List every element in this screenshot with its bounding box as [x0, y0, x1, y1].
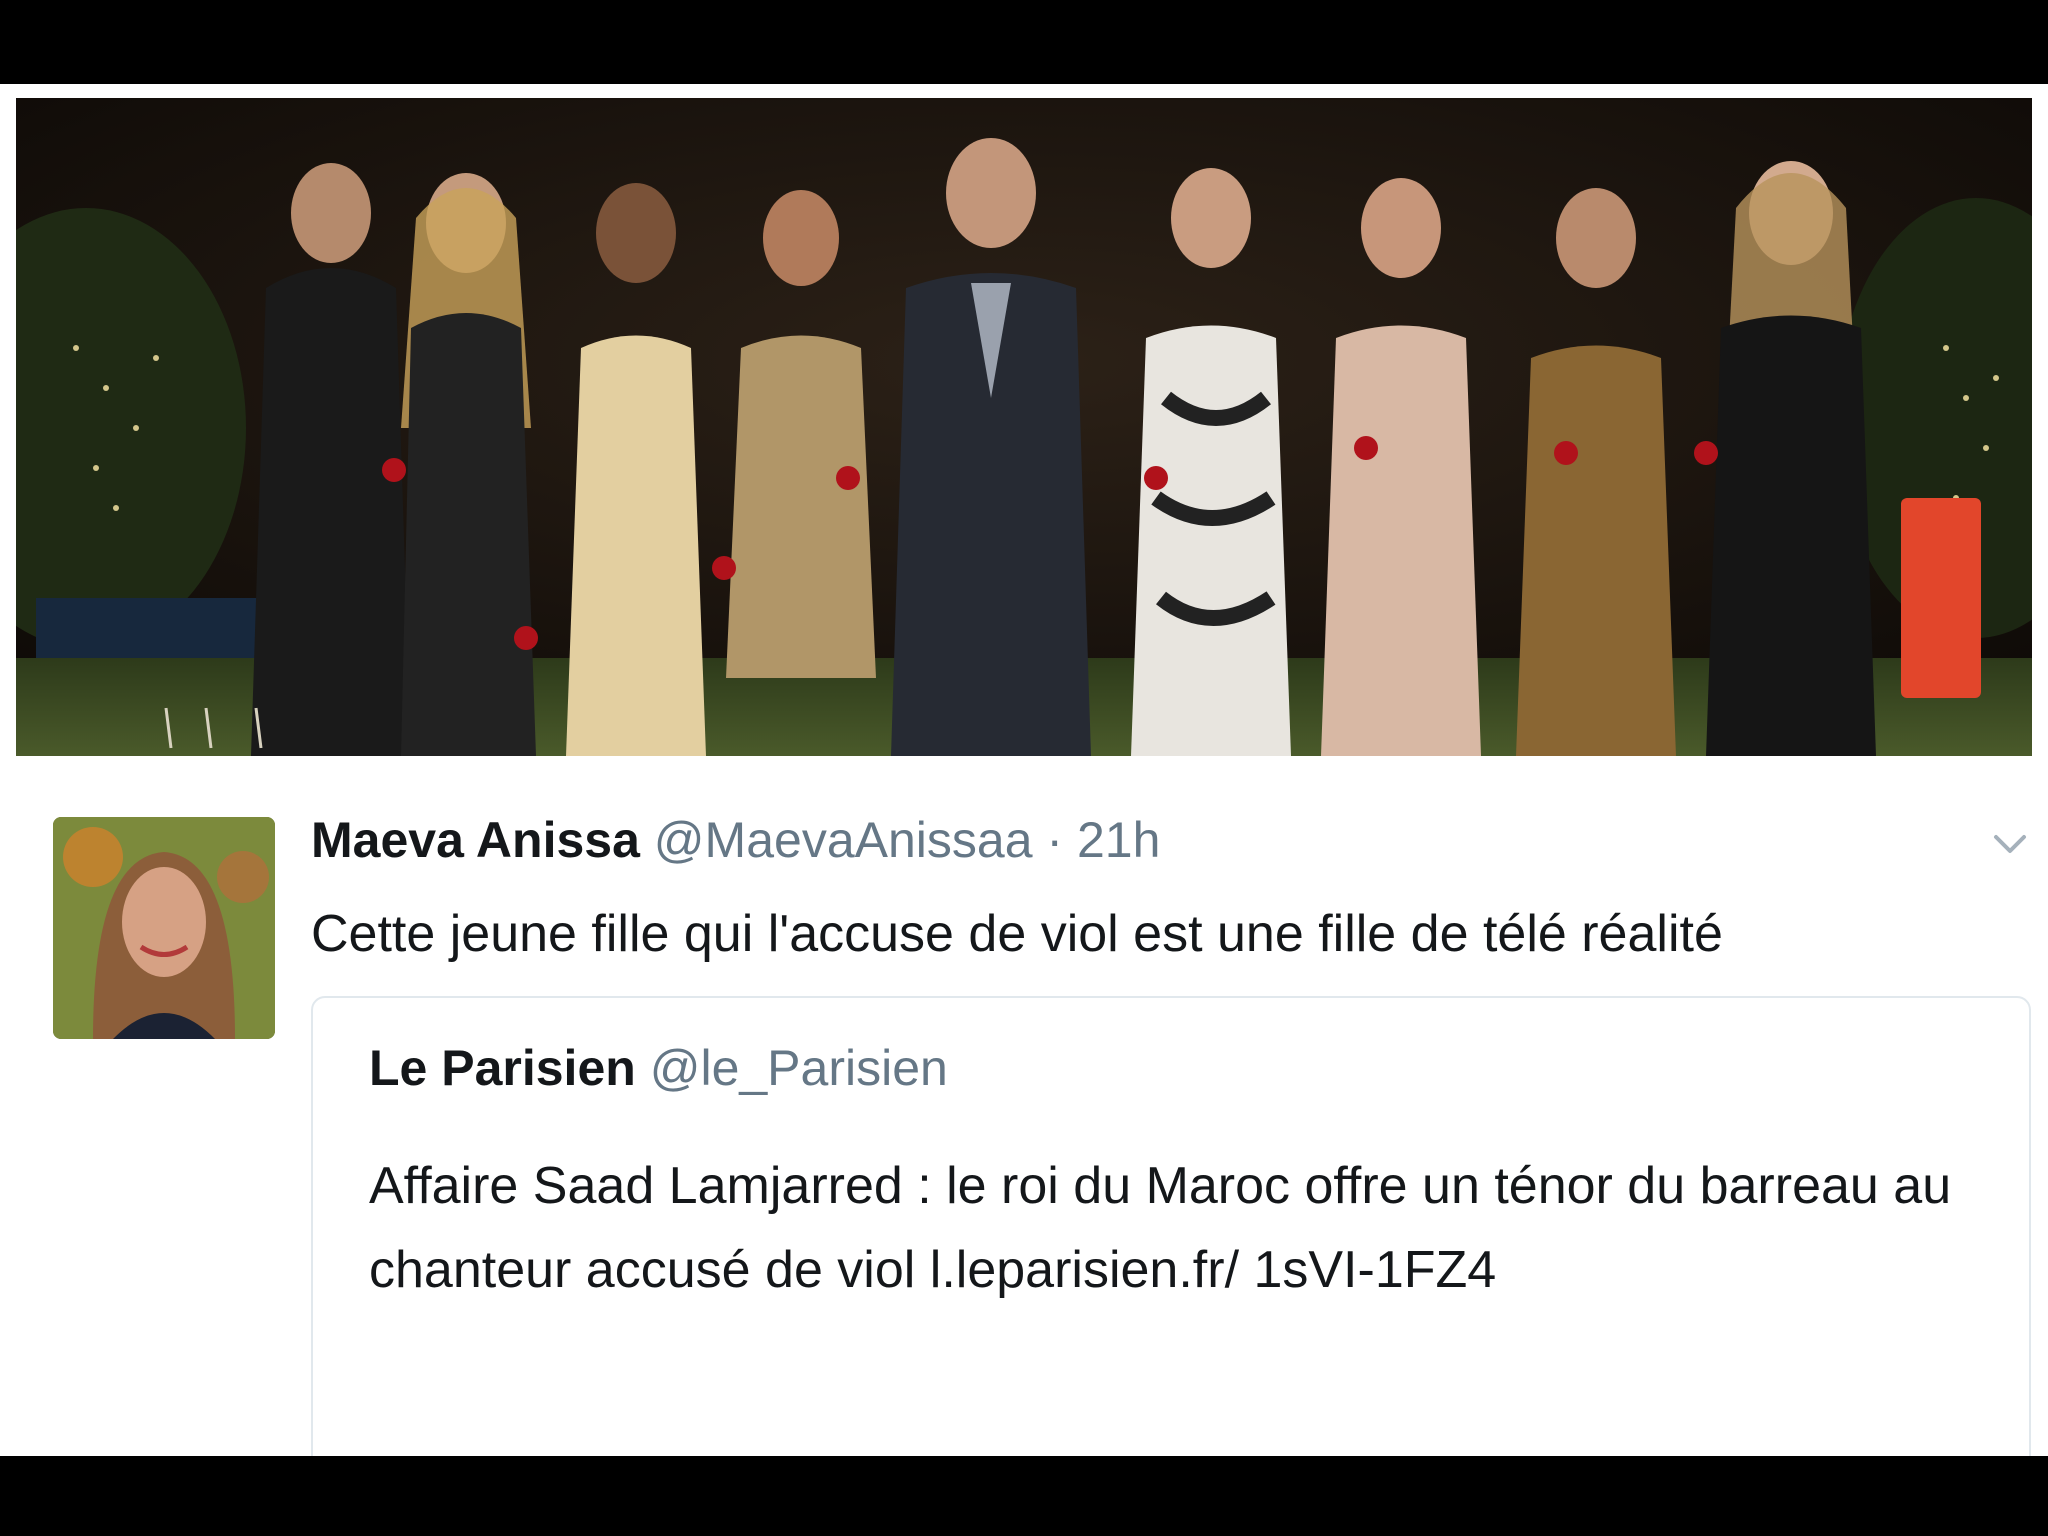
quoted-author-handle: @le_Parisien	[649, 1040, 948, 1096]
author-handle[interactable]: @MaevaAnissaa	[654, 812, 1033, 868]
tweet-header: Maeva Anissa @MaevaAnissaa · 21h	[311, 810, 1160, 870]
separator-dot: ·	[1046, 812, 1064, 868]
attached-photo[interactable]	[16, 98, 2032, 756]
quoted-author-name: Le Parisien	[369, 1040, 636, 1096]
tweet-text: Cette jeune fille qui l'accuse de viol e…	[311, 905, 1723, 963]
quoted-tweet-card[interactable]: Le Parisien @le_Parisien Affaire Saad La…	[311, 996, 2031, 1456]
quoted-tweet-text: Affaire Saad Lamjarred : le roi du Maroc…	[369, 1157, 1952, 1299]
tweet-timestamp[interactable]: 21h	[1077, 812, 1160, 868]
photo-illustration	[16, 98, 2032, 756]
author-name[interactable]: Maeva Anissa	[311, 812, 640, 868]
top-black-bar	[0, 0, 2048, 84]
author-avatar[interactable]	[53, 817, 275, 1039]
bottom-black-bar	[0, 1456, 2048, 1536]
chevron-down-icon[interactable]	[1988, 822, 2032, 866]
tweet-screenshot: Maeva Anissa @MaevaAnissaa · 21h Cette j…	[0, 84, 2048, 1456]
profile-photo-icon	[53, 817, 275, 1039]
quoted-tweet-header: Le Parisien @le_Parisien	[369, 1038, 948, 1098]
